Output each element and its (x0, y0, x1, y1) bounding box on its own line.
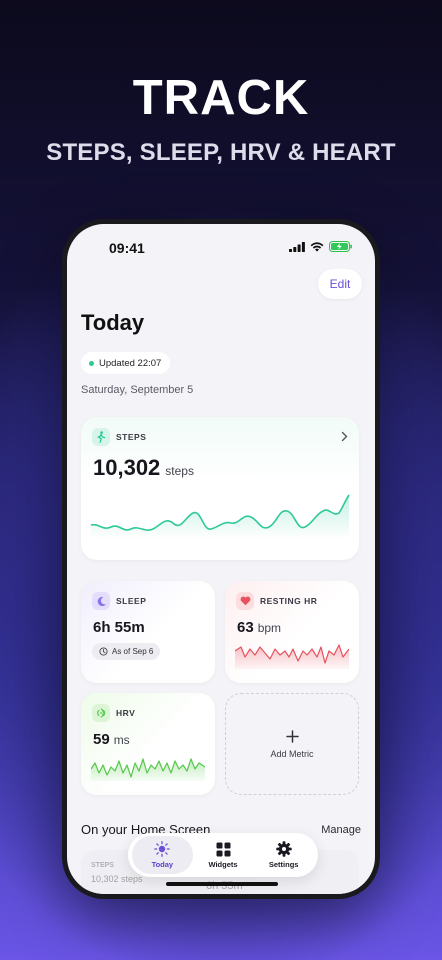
status-time: 09:41 (109, 240, 145, 256)
add-metric-label: Add Metric (270, 748, 314, 759)
promo-headline: TRACK (132, 71, 310, 125)
manage-button[interactable]: Manage (321, 824, 361, 836)
resting-hr-unit: bpm (257, 621, 282, 635)
sun-icon (154, 841, 171, 857)
sleep-as-of-text: As of Sep 6 (112, 647, 154, 656)
updated-text: Updated 22:07 (99, 357, 162, 369)
resting-hr-card[interactable]: RESTING HR 63 bpm (225, 581, 359, 683)
grid-icon (216, 842, 230, 856)
tab-today[interactable]: Today (132, 836, 193, 874)
widget-preview-steps-value: 10,302 steps (91, 874, 143, 884)
steps-value: 10,302 (93, 455, 161, 480)
cellular-signal-icon (289, 241, 305, 252)
home-indicator (166, 882, 278, 886)
edit-button[interactable]: Edit (318, 269, 362, 299)
clock-history-icon (99, 647, 108, 656)
tab-bar: Today Widgets Settings (128, 833, 318, 877)
moon-icon (92, 592, 110, 610)
promo-subline: STEPS, SLEEP, HRV & HEART (46, 139, 396, 166)
status-dot-icon (89, 360, 94, 366)
steps-sparkline (90, 494, 350, 539)
battery-charging-icon (329, 241, 352, 252)
heart-icon (236, 592, 254, 610)
wifi-icon (310, 241, 324, 252)
sleep-card[interactable]: SLEEP 6h 55m As of Sep 6 (81, 581, 215, 683)
resting-hr-sparkline (235, 644, 349, 669)
updated-status-pill: Updated 22:07 (81, 352, 171, 374)
date-label: Saturday, September 5 (81, 384, 194, 396)
gear-icon (275, 841, 292, 857)
walking-icon (92, 428, 110, 446)
tab-today-label: Today (151, 860, 174, 869)
steps-card[interactable]: STEPS 10,302 steps (81, 417, 359, 560)
app-screen: 09:41 Edit Today Updated 22:07 Saturday,… (67, 224, 375, 894)
waves-icon (92, 704, 110, 722)
phone-frame: 09:41 Edit Today Updated 22:07 Saturday,… (62, 219, 380, 899)
widget-preview-steps-label: STEPS (91, 862, 114, 869)
status-icons (289, 241, 353, 252)
sleep-label: SLEEP (116, 596, 147, 606)
tab-settings[interactable]: Settings (253, 836, 314, 874)
chevron-right-icon[interactable] (341, 431, 348, 442)
sleep-as-of-badge: As of Sep 6 (92, 643, 161, 660)
hrv-value: 59 (93, 731, 110, 748)
resting-hr-label: RESTING HR (260, 596, 318, 606)
steps-label: STEPS (116, 432, 147, 442)
hrv-unit: ms (113, 733, 130, 747)
sleep-value: 6h 55m (93, 619, 145, 636)
plus-icon (285, 729, 299, 743)
page-title: Today (81, 310, 145, 335)
add-metric-button[interactable]: Add Metric (225, 693, 359, 795)
hrv-label: HRV (116, 708, 136, 718)
tab-widgets-label: Widgets (208, 859, 238, 869)
tab-widgets[interactable]: Widgets (193, 836, 254, 874)
hrv-card[interactable]: HRV 59 ms (81, 693, 215, 795)
hrv-sparkline (91, 758, 205, 781)
steps-unit: steps (165, 464, 194, 478)
tab-settings-label: Settings (268, 860, 299, 869)
resting-hr-value: 63 (237, 619, 254, 636)
